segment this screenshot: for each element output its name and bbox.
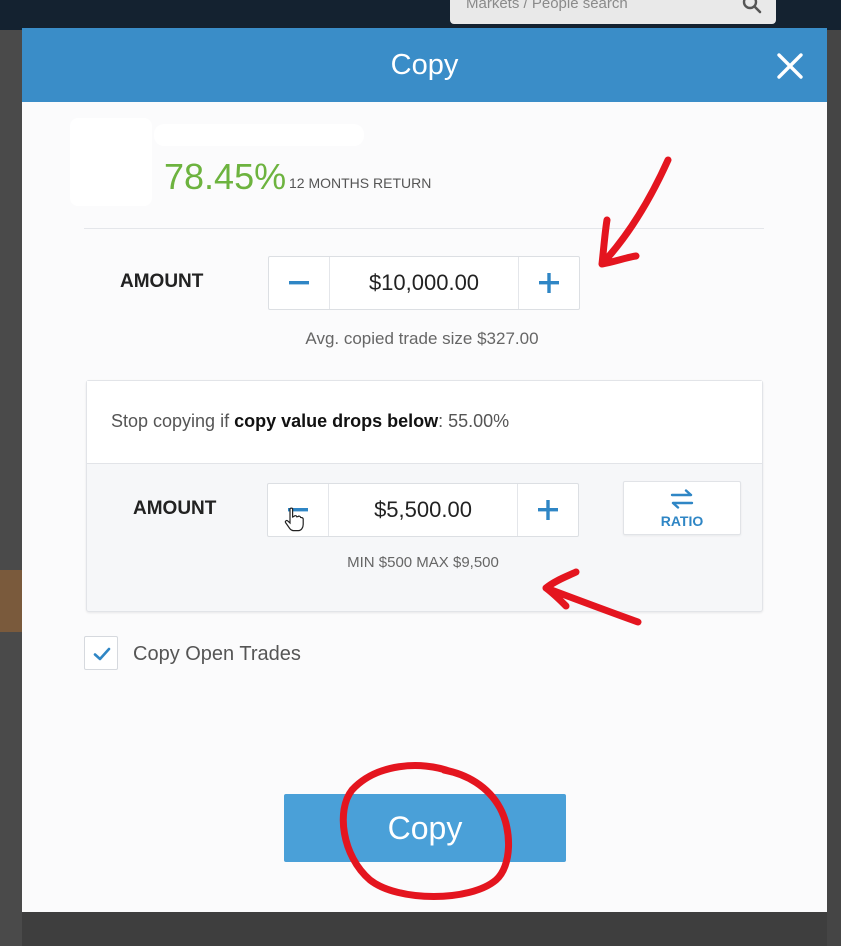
trader-name-redacted: [154, 124, 364, 146]
background-page-left-edge: [0, 30, 22, 946]
copy-button[interactable]: Copy: [284, 794, 566, 862]
plus-icon: [539, 273, 559, 293]
copy-dialog: Copy 78.45% 12 MONTHS RETURN AMOUNT Avg.…: [22, 28, 827, 912]
checkmark-icon: [93, 647, 111, 661]
stop-loss-panel: Stop copying if copy value drops below: …: [86, 380, 763, 612]
background-search-input[interactable]: Markets / People search: [450, 0, 776, 24]
top-navigation-bar: Markets / People search: [0, 0, 841, 30]
search-placeholder: Markets / People search: [466, 0, 628, 12]
amount-increase-button[interactable]: [518, 257, 579, 309]
stop-loss-amount-label: AMOUNT: [133, 498, 217, 519]
background-avatar: [0, 570, 22, 632]
plus-icon: [538, 500, 558, 520]
stop-loss-percent: : 55.00%: [438, 411, 510, 431]
stop-loss-stepper: [267, 483, 579, 537]
stop-loss-description-row: Stop copying if copy value drops below: …: [87, 381, 762, 464]
background-bottom-strip: [22, 912, 827, 946]
return-label: 12 MONTHS RETURN: [289, 175, 432, 191]
trader-avatar: [70, 118, 152, 206]
dialog-title: Copy: [390, 49, 459, 81]
stop-loss-condition: copy value drops below: [234, 411, 439, 431]
section-divider: [84, 228, 764, 229]
ratio-label: RATIO: [660, 513, 704, 529]
copy-open-trades-label[interactable]: Copy Open Trades: [133, 641, 301, 667]
stop-loss-prefix: Stop copying if: [111, 411, 235, 431]
amount-input[interactable]: [329, 257, 519, 309]
ratio-toggle-button[interactable]: RATIO: [623, 481, 741, 535]
avg-trade-size-hint: Avg. copied trade size $327.00: [305, 329, 539, 348]
amount-decrease-button[interactable]: [269, 257, 330, 309]
search-icon: [742, 0, 762, 14]
dialog-header: Copy: [22, 28, 827, 102]
stop-loss-amount-input[interactable]: [328, 484, 518, 536]
return-value: 78.45%: [164, 156, 287, 197]
amount-label: AMOUNT: [120, 271, 204, 292]
stop-loss-range-hint: MIN $500 MAX $9,500: [347, 554, 499, 571]
copy-open-trades-checkbox[interactable]: [84, 636, 118, 670]
close-icon[interactable]: [775, 51, 805, 81]
amount-stepper: [268, 256, 580, 310]
stop-loss-increase-button[interactable]: [517, 484, 578, 536]
minus-icon: [289, 281, 309, 285]
stop-loss-text: Stop copying if copy value drops below: …: [111, 409, 509, 433]
hand-cursor-icon: [284, 507, 304, 532]
swap-arrows-icon: [670, 489, 694, 509]
background-page-right-edge: [827, 30, 841, 946]
